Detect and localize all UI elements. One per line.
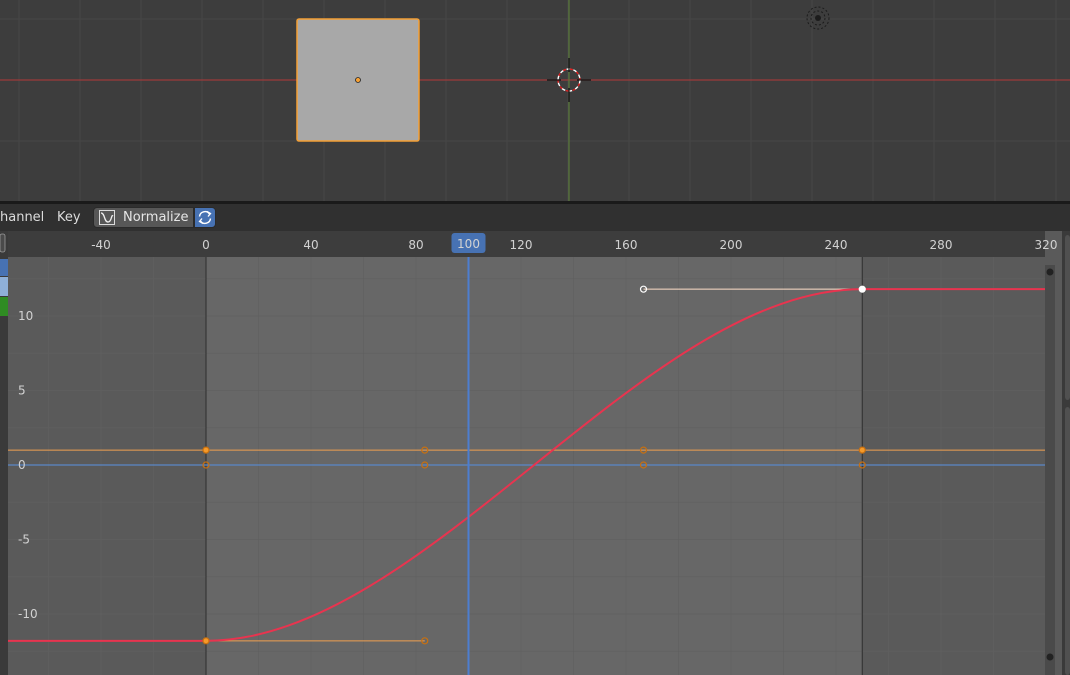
viewport-grid — [0, 0, 1070, 201]
value-tick-label: -10 — [18, 607, 38, 621]
object-origin — [355, 77, 361, 83]
frame-tick-label: 200 — [720, 238, 743, 252]
scene-frame-range — [206, 231, 863, 675]
channel-y-swatch[interactable] — [0, 277, 8, 296]
frame-tick-label: 80 — [408, 238, 423, 252]
3d-viewport[interactable] — [0, 0, 1070, 201]
sidebar-tab-2[interactable] — [1065, 407, 1070, 675]
normalize-curve-icon — [99, 210, 115, 225]
auto-normalize-toggle[interactable] — [194, 207, 216, 228]
keyframe-point[interactable] — [202, 446, 210, 454]
frame-tick-label: 320 — [1035, 238, 1058, 252]
keyframe-point-selected[interactable] — [858, 285, 866, 293]
light-icon[interactable] — [806, 6, 830, 30]
value-tick-label: 5 — [18, 384, 26, 398]
selected-cube[interactable] — [296, 18, 420, 142]
frame-tick-label: 280 — [930, 238, 953, 252]
current-frame-label: 100 — [457, 237, 480, 251]
channel-x-swatch[interactable] — [0, 259, 8, 276]
frame-tick-label: 240 — [825, 238, 848, 252]
graph-editor-header: hannel Key Normalize — [0, 204, 1070, 231]
frame-tick-label: 120 — [510, 238, 533, 252]
value-tick-label: 0 — [18, 458, 26, 472]
graph-editor[interactable]: -40 0 40 80 120 160 200 240 280 320 100 10 5 0 -5 -10 — [0, 231, 1070, 675]
vertical-scrollbar[interactable] — [1045, 265, 1055, 675]
frame-tick-label: 40 — [303, 238, 318, 252]
menu-channel[interactable]: hannel — [0, 204, 44, 231]
normalize-button[interactable]: Normalize — [93, 207, 194, 228]
graph-canvas[interactable]: -40 0 40 80 120 160 200 240 280 320 100 10 5 0 -5 -10 — [0, 231, 1070, 675]
keyframe-point[interactable] — [858, 446, 866, 454]
sidebar-tab-1[interactable] — [1065, 235, 1070, 400]
scrollbar-bottom-handle[interactable] — [1046, 653, 1054, 661]
viewport-canvas[interactable] — [0, 0, 1070, 201]
menu-key[interactable]: Key — [57, 204, 81, 231]
value-tick-label: 10 — [18, 309, 33, 323]
value-tick-label: -5 — [18, 533, 30, 547]
refresh-icon — [198, 210, 212, 225]
channel-z-swatch[interactable] — [0, 297, 8, 316]
frame-tick-label: 160 — [615, 238, 638, 252]
channel-collapse-handle[interactable] — [0, 233, 6, 253]
scrollbar-top-handle[interactable] — [1046, 268, 1054, 276]
frame-tick-label: -40 — [91, 238, 111, 252]
frame-tick-label: 0 — [202, 238, 210, 252]
normalize-label: Normalize — [123, 210, 189, 225]
keyframe-point[interactable] — [202, 637, 210, 645]
